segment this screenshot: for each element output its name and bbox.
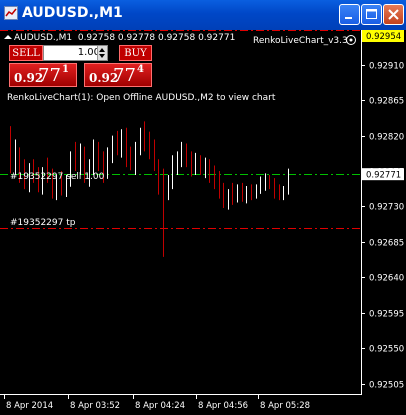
price-tick-label: 0.92640 <box>369 274 404 284</box>
time-axis[interactable]: 8 Apr 2014 8 Apr 03:52 8 Apr 04:24 8 Apr 04… <box>4 394 311 411</box>
buy-price-quote[interactable]: 0.92 77 4 <box>84 63 152 87</box>
offline-chart-notice: RenkoLiveChart(1): Open Offline AUDUSD.,… <box>7 93 276 103</box>
minimize-icon <box>345 17 352 19</box>
chart-window: AUDUSD.,M1 AUDUSD.,M1 0.92758 0.92778 0.… <box>0 0 406 411</box>
price-tick-label: 0.92820 <box>369 133 404 143</box>
buy-price-pips: 77 <box>113 65 136 86</box>
window-title: AUDUSD.,M1 <box>22 5 123 21</box>
time-tick-label: 8 Apr 2014 <box>6 401 53 411</box>
indicator-settings-icon[interactable] <box>346 35 356 45</box>
sell-button[interactable]: SELL <box>9 45 43 61</box>
price-tick-label: 0.92730 <box>369 203 404 213</box>
symbol-quote-line: AUDUSD.,M1 0.92758 0.92778 0.92758 0.927… <box>14 33 235 43</box>
spin-up-icon[interactable] <box>99 48 105 52</box>
time-tick-label: 8 Apr 04:24 <box>135 401 185 411</box>
indicator-label: RenkoLiveChart_v3.3 <box>253 36 348 46</box>
top-price-tag: 0.92954 <box>362 30 404 42</box>
lot-size-value[interactable]: 1.00 <box>52 46 100 60</box>
collapse-arrow-icon[interactable] <box>4 35 12 39</box>
price-tick-label: 0.92865 <box>369 97 404 107</box>
price-tick-label: 0.92685 <box>369 239 404 249</box>
minimize-button[interactable] <box>339 4 360 25</box>
spin-down-icon[interactable] <box>99 54 105 58</box>
price-axis[interactable]: 0.929100.928650.928200.927750.927300.926… <box>361 30 404 391</box>
price-tick-label: 0.92910 <box>369 62 404 72</box>
top-price-label: 0.92954 <box>366 32 401 42</box>
title-bar[interactable]: AUDUSD.,M1 <box>0 0 406 30</box>
close-button[interactable] <box>383 4 404 25</box>
time-tick-label: 8 Apr 03:52 <box>70 401 120 411</box>
maximize-button[interactable] <box>361 4 382 25</box>
sell-price-fraction: 1 <box>62 64 69 75</box>
one-click-trading-panel: SELL 1.00 BUY 0.92 77 1 0.92 77 4 <box>9 45 152 87</box>
time-tick-label: 8 Apr 04:56 <box>198 401 248 411</box>
time-tick-label: 8 Apr 05:28 <box>260 401 310 411</box>
price-tick-label: 0.92550 <box>369 345 404 355</box>
current-price-label: 0.92771 <box>366 171 401 181</box>
lot-size-field[interactable]: 1.00 <box>43 45 108 61</box>
sell-price-pips: 77 <box>38 65 61 86</box>
current-price-tag: 0.92771 <box>362 168 404 181</box>
chart-icon <box>4 6 18 20</box>
buy-price-fraction: 4 <box>137 64 144 75</box>
buy-button[interactable]: BUY <box>119 45 152 61</box>
candles <box>10 121 289 257</box>
lot-size-stepper[interactable] <box>97 46 107 60</box>
tp-order-label[interactable]: #19352297 tp <box>10 218 76 228</box>
maximize-icon <box>366 9 377 19</box>
chart-area[interactable]: AUDUSD.,M1 0.92758 0.92778 0.92758 0.927… <box>0 30 406 411</box>
price-chart[interactable]: AUDUSD.,M1 0.92758 0.92778 0.92758 0.927… <box>0 30 406 411</box>
close-icon <box>388 9 399 20</box>
sell-price-quote[interactable]: 0.92 77 1 <box>9 63 77 87</box>
sell-order-label[interactable]: #19352297 sell 1.00 <box>10 172 105 182</box>
price-tick-label: 0.92595 <box>369 310 404 320</box>
price-tick-label: 0.92505 <box>369 381 404 391</box>
